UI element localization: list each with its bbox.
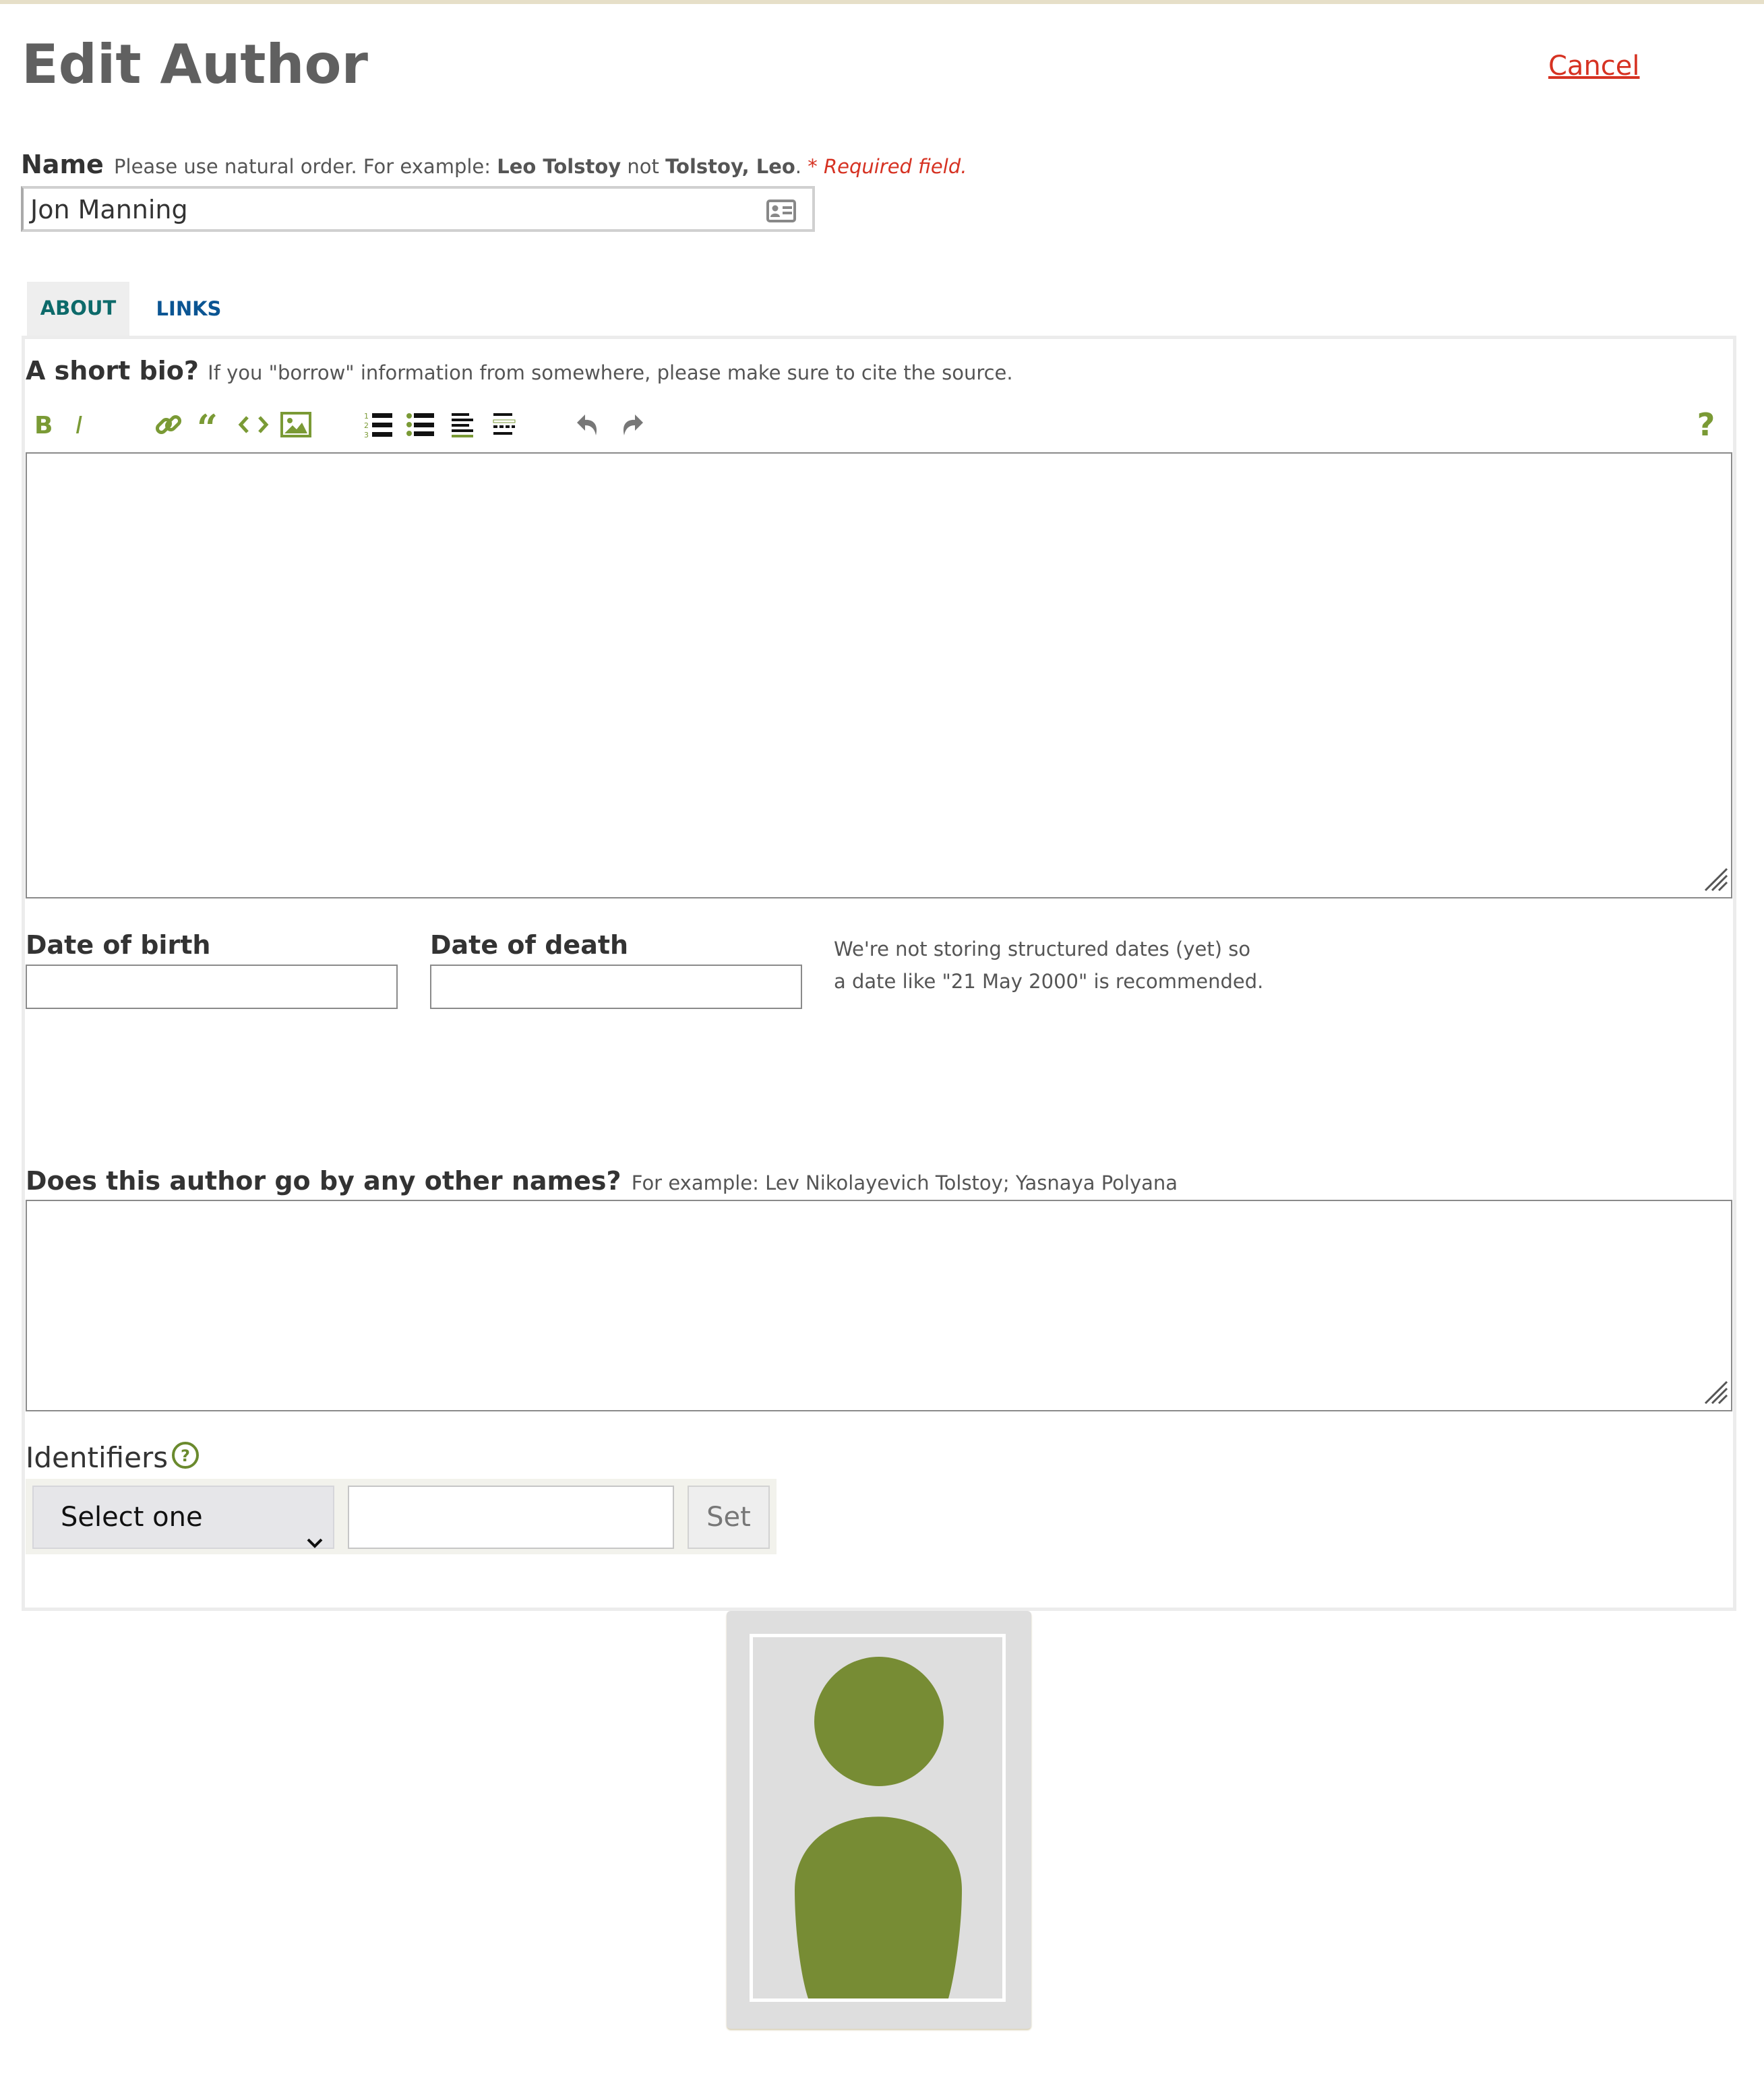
alternate-names-label-row: Does this author go by any other names? … <box>26 1166 1178 1196</box>
name-input-value: Jon Manning <box>30 195 188 224</box>
svg-text:2: 2 <box>364 421 369 430</box>
resize-grip-icon[interactable] <box>1701 1378 1728 1407</box>
date-of-birth-input[interactable] <box>26 965 398 1009</box>
identifier-type-select[interactable]: Select one <box>32 1486 334 1549</box>
svg-text:I: I <box>75 412 83 437</box>
alternate-names-label: Does this author go by any other names? <box>26 1166 621 1196</box>
tab-about[interactable]: ABOUT <box>27 282 129 338</box>
alternate-names-textarea[interactable] <box>26 1200 1732 1411</box>
italic-icon[interactable]: I <box>69 404 93 445</box>
svg-text:?: ? <box>181 1446 190 1465</box>
bio-hint: If you "borrow" information from somewhe… <box>208 361 1013 384</box>
date-format-note: We're not storing structured dates (yet)… <box>834 938 1264 993</box>
page-title: Edit Author <box>22 33 368 96</box>
contact-card-icon[interactable] <box>766 199 796 228</box>
date-of-death-label: Date of death <box>430 930 629 960</box>
bulleted-list-icon[interactable] <box>402 404 439 445</box>
name-label: Name <box>21 150 104 179</box>
name-label-row: Name Please use natural order. For examp… <box>21 150 967 179</box>
redo-icon[interactable] <box>612 404 650 445</box>
numbered-list-icon[interactable]: 1 2 3 <box>360 404 398 445</box>
horizontal-rule-icon[interactable] <box>485 404 523 445</box>
svg-text:B: B <box>34 412 53 437</box>
name-input[interactable]: Jon Manning <box>21 186 815 232</box>
resize-grip-icon[interactable] <box>1701 865 1728 894</box>
name-example-bad: Tolstoy, Leo <box>665 155 795 178</box>
identifiers-label: Identifiers <box>26 1441 169 1474</box>
bio-label: A short bio? <box>26 356 199 386</box>
image-icon[interactable] <box>276 404 315 445</box>
author-photo[interactable] <box>727 1611 1031 2029</box>
help-circle-icon[interactable]: ? <box>171 1441 200 1469</box>
tab-links[interactable]: LINKS <box>145 282 233 338</box>
alternate-names-hint: For example: Lev Nikolayevich Tolstoy; Y… <box>631 1171 1178 1194</box>
bio-textarea[interactable] <box>26 452 1732 898</box>
date-of-death-input[interactable] <box>430 965 802 1009</box>
help-question-icon[interactable]: ? <box>1688 404 1724 445</box>
name-hint-pre: Please use natural order. For example: <box>114 155 497 178</box>
code-icon[interactable] <box>235 404 272 445</box>
date-of-birth-label: Date of birth <box>26 930 211 960</box>
name-example-good: Leo Tolstoy <box>497 155 621 178</box>
chevron-down-icon <box>306 1510 324 1570</box>
svg-text:1: 1 <box>364 412 369 421</box>
heading-icon[interactable] <box>444 404 481 445</box>
bold-icon[interactable]: B <box>28 404 58 445</box>
name-hint-post: . <box>795 155 808 178</box>
top-border <box>0 0 1764 4</box>
identifier-type-value: Select one <box>61 1502 203 1533</box>
required-note: * Required field. <box>808 155 967 178</box>
svg-text:3: 3 <box>364 431 369 439</box>
undo-icon[interactable] <box>570 404 608 445</box>
person-placeholder-icon <box>795 1657 962 1998</box>
cancel-link[interactable]: Cancel <box>1548 50 1640 82</box>
identifier-value-input[interactable] <box>348 1486 674 1549</box>
link-icon[interactable] <box>150 404 187 445</box>
name-hint-mid: not <box>621 155 666 178</box>
blockquote-icon[interactable]: “ <box>193 404 231 445</box>
set-identifier-button[interactable]: Set <box>688 1486 770 1549</box>
bio-label-row: A short bio? If you "borrow" information… <box>26 356 1013 386</box>
editor-toolbar: B I “ 1 2 3 ? <box>26 404 1732 445</box>
svg-text:“: “ <box>197 411 218 438</box>
photo-frame <box>750 1634 1006 2002</box>
